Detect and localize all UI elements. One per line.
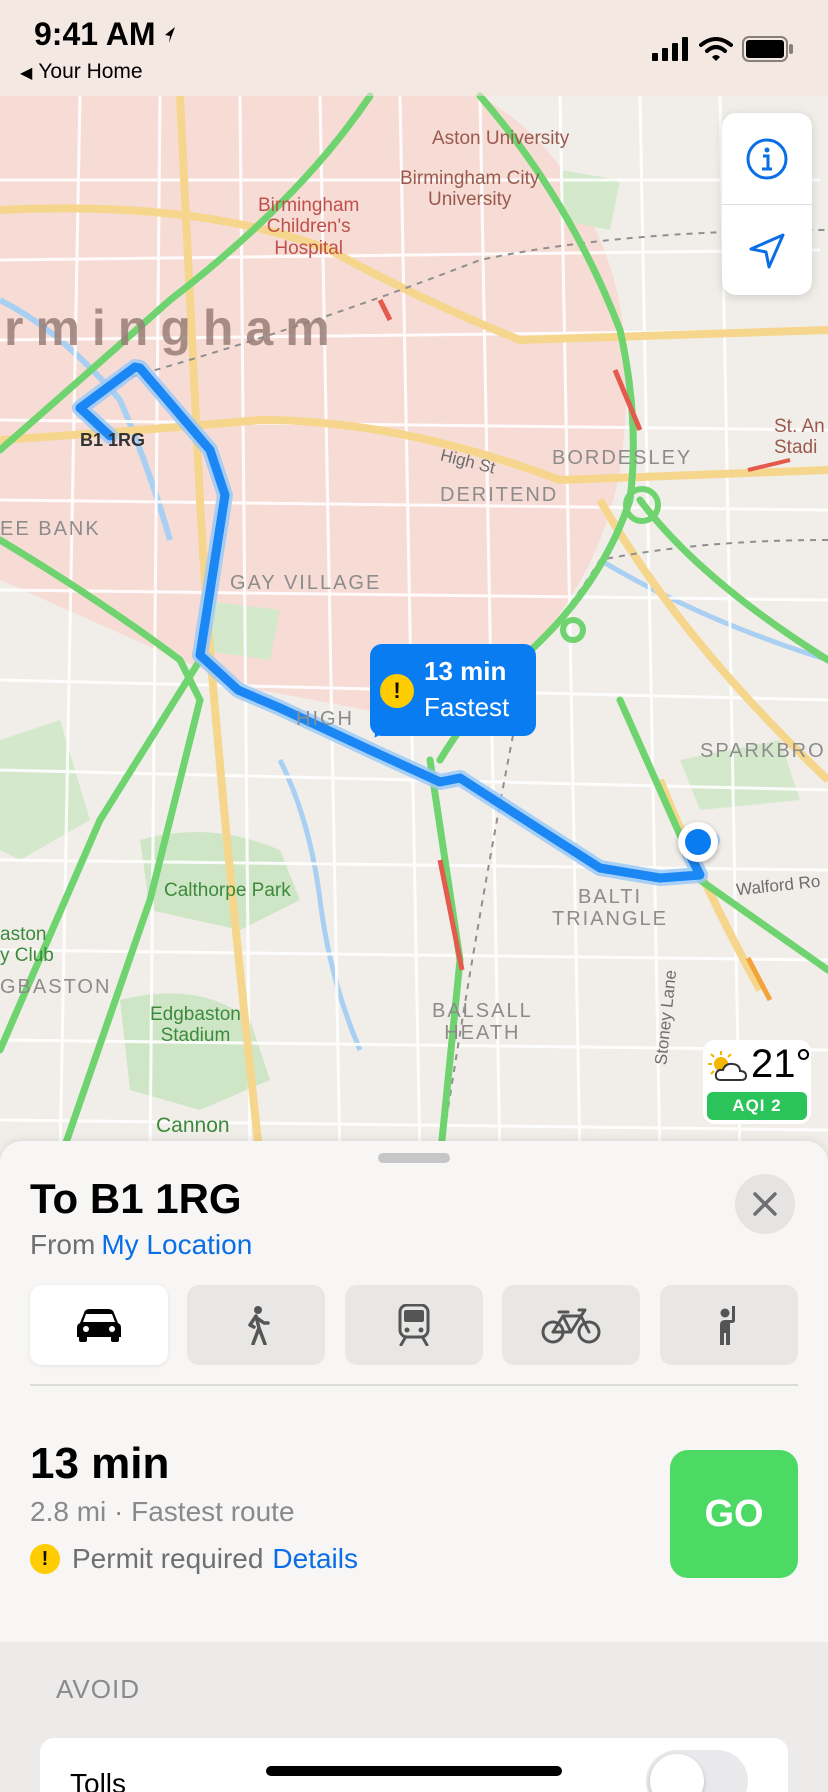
- warning-icon: !: [380, 674, 414, 708]
- close-icon: [753, 1192, 777, 1216]
- from-prefix: From: [30, 1229, 96, 1260]
- map-label-sparkbrook: SPARKBRO: [700, 740, 826, 762]
- weather-temperature: 21°: [751, 1042, 812, 1086]
- mode-drive-button[interactable]: [30, 1285, 168, 1365]
- map-label-childrens-hospital: Birmingham Children's Hospital: [258, 195, 360, 259]
- map-label-highgate: HIGH: [296, 708, 354, 730]
- aqi-badge: AQI 2: [707, 1092, 807, 1120]
- car-icon: [77, 1309, 121, 1342]
- mode-walk-button[interactable]: [187, 1285, 325, 1365]
- map-controls: [722, 113, 812, 295]
- train-icon: [398, 1304, 430, 1346]
- wifi-icon: [699, 37, 733, 61]
- origin-line: From My Location: [30, 1229, 252, 1261]
- route-eta: 13 min: [30, 1439, 170, 1488]
- partly-sunny-icon: [708, 1051, 748, 1081]
- origin-link[interactable]: My Location: [101, 1229, 252, 1260]
- home-indicator[interactable]: [266, 1766, 562, 1776]
- map-label-st-andrews: St. An Stadi: [774, 416, 825, 459]
- current-location-dot[interactable]: [678, 822, 718, 862]
- map-label-aston-university: Aston University: [432, 128, 570, 149]
- map-label-city: rmingham: [4, 300, 342, 356]
- info-icon: [746, 138, 788, 179]
- map-label-edgbaston: GBASTON: [0, 976, 112, 998]
- back-triangle-icon: ◀: [20, 65, 33, 82]
- callout-time: 13 min: [424, 656, 507, 686]
- permit-warning: ! Permit required Details: [30, 1543, 358, 1575]
- weather-widget[interactable]: 21° AQI 2: [703, 1040, 812, 1124]
- tolls-toggle[interactable]: [646, 1750, 748, 1792]
- walking-icon: [248, 1306, 270, 1345]
- warning-icon: !: [30, 1544, 60, 1574]
- map-label-calthorpe-park: Calthorpe Park: [164, 880, 291, 901]
- map-label-gay-village: GAY VILLAGE: [230, 572, 382, 594]
- map-label-deritend: DERITEND: [440, 484, 559, 506]
- avoid-title: AVOID: [56, 1674, 140, 1704]
- sheet-grabber[interactable]: [378, 1153, 450, 1163]
- back-to-app-link[interactable]: ◀ Your Home: [20, 60, 143, 84]
- close-button[interactable]: [735, 1174, 795, 1234]
- location-arrow-icon: [749, 233, 785, 268]
- location-arrow-icon: [165, 27, 175, 43]
- map-label-balsall-heath: BALSALL HEATH: [432, 1000, 533, 1045]
- mode-transit-button[interactable]: [345, 1285, 483, 1365]
- callout-label: Fastest: [424, 692, 510, 722]
- map-view[interactable]: rmingham Aston University Birmingham Cit…: [0, 0, 828, 1160]
- tracking-button[interactable]: [722, 205, 812, 296]
- map-label-birmingham-city-university: Birmingham City University: [400, 168, 540, 211]
- sheet-divider: [30, 1384, 798, 1386]
- route-details: 2.8 mi · Fastest route: [30, 1496, 295, 1527]
- mode-cycle-button[interactable]: [502, 1285, 640, 1365]
- map-label-balti-triangle: BALTI TRIANGLE: [552, 886, 669, 931]
- directions-sheet: To B1 1RG From My Location 13 min 2.8 mi…: [0, 1141, 828, 1792]
- hailing-person-icon: [720, 1306, 735, 1345]
- tolls-label: Tolls: [70, 1768, 127, 1792]
- back-app-label: Your Home: [38, 60, 143, 83]
- status-bar: 9:41 AM ◀ Your Home: [0, 0, 828, 96]
- battery-icon: [742, 36, 793, 62]
- route-callout[interactable]: ! 13 min Fastest: [363, 644, 536, 746]
- cellular-signal-icon: [652, 37, 688, 61]
- map-label-aston-club: aston y Club: [0, 924, 54, 967]
- map-label-edgbaston-stadium: Edgbaston Stadium: [150, 1004, 241, 1047]
- permit-text: Permit required: [72, 1543, 264, 1574]
- status-time: 9:41 AM: [34, 16, 156, 52]
- permit-details-link[interactable]: Details: [272, 1543, 358, 1575]
- go-button[interactable]: GO: [670, 1450, 798, 1578]
- avoid-tolls-row: Tolls: [40, 1738, 788, 1792]
- transport-modes: [30, 1285, 798, 1365]
- map-label-cannon: Cannon: [156, 1114, 230, 1137]
- map-label-bordesley: BORDESLEY: [552, 447, 693, 469]
- mode-ride-button[interactable]: [660, 1285, 798, 1365]
- map-label-destination: B1 1RG: [80, 430, 146, 450]
- destination-title: To B1 1RG: [30, 1175, 242, 1222]
- map-label-lee-bank: EE BANK: [0, 518, 101, 540]
- bicycle-icon: [541, 1308, 601, 1344]
- map-info-button[interactable]: [722, 113, 812, 204]
